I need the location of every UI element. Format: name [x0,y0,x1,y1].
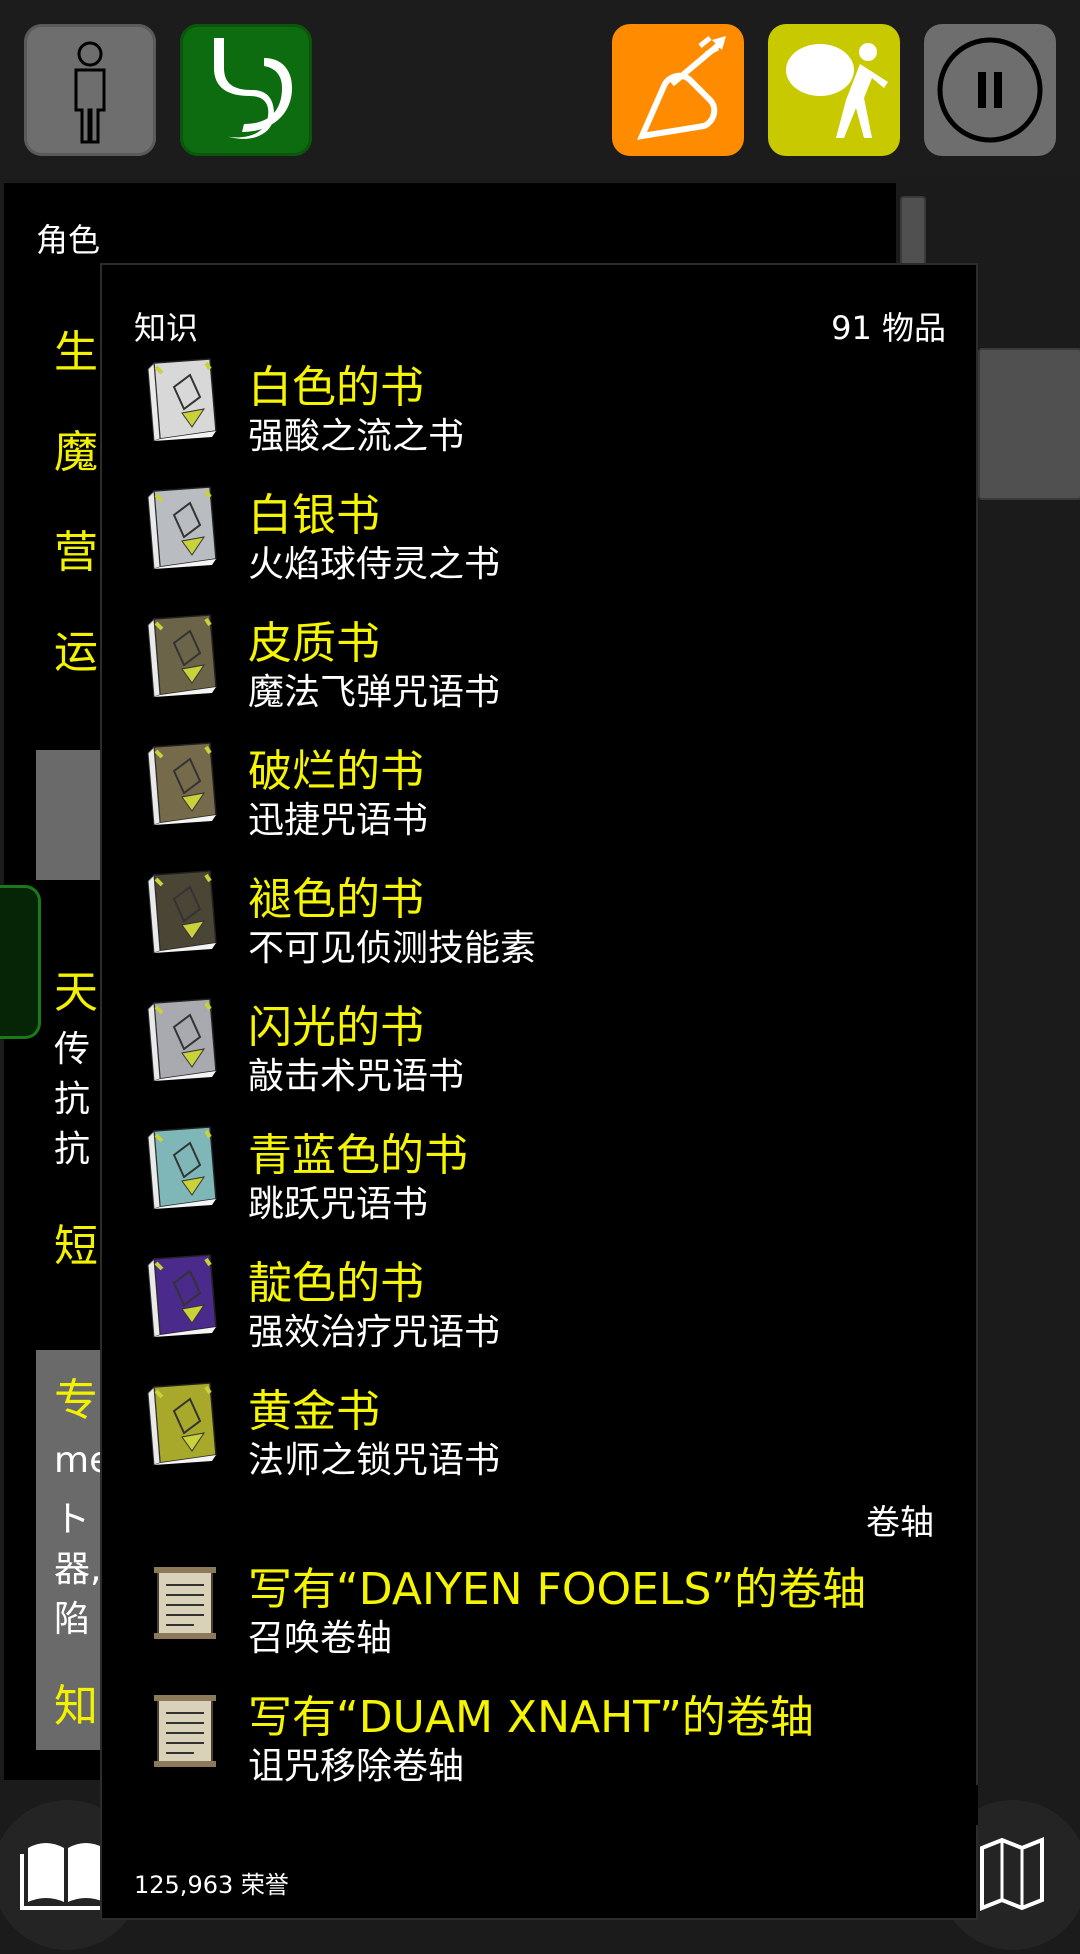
inventory-item[interactable]: 青蓝色的书 跳跃咒语书 [102,1107,978,1235]
book-icon [147,486,217,570]
book-icon [147,358,217,442]
item-description: 召唤卷轴 [248,1618,393,1659]
book-icon [147,1126,217,1210]
item-description: 迅捷咒语书 [248,800,429,841]
category-label: 卷轴 [866,1503,934,1543]
quiver-icon [637,36,726,140]
scroll-icon [154,1695,216,1767]
scroll-icon [154,1567,216,1639]
inventory-item[interactable]: 写有“DAIYEN FOOELS”的卷轴 召唤卷轴 [102,1541,978,1669]
stat-label: 运 [54,627,98,678]
info-text: ト [54,1499,91,1540]
inventory-item[interactable]: 皮质书 魔法飞弹咒语书 [102,595,978,723]
carry-sack-icon [786,43,888,138]
item-name: 黄金书 [248,1386,380,1437]
book-icon-wrap [144,357,222,443]
item-name: 皮质书 [248,618,380,669]
book-icon-wrap [144,485,222,571]
inventory-panel: 知识 91 物品 白色的书 强酸之流之书 白银书 火焰球侍灵之书 皮质书 魔法飞弹咒语书破… [100,263,978,1920]
item-description: 法师之锁咒语书 [248,1440,501,1481]
stat-label: 生 [54,327,98,378]
book-icon-wrap [144,997,222,1083]
item-name: 靛色的书 [248,1258,424,1309]
item-description: 火焰球侍灵之书 [248,544,501,585]
book-icon-wrap [144,1381,222,1467]
item-name: 青蓝色的书 [248,1130,468,1181]
pause-icon [937,37,1043,143]
inventory-item[interactable]: 褪色的书 不可见侦测技能素 [102,851,978,979]
section-label: 专 [54,1375,98,1426]
pause-button[interactable] [924,24,1056,156]
item-description: 敲击术咒语书 [248,1056,465,1097]
inventory-list[interactable]: 白色的书 强酸之流之书 白银书 火焰球侍灵之书 皮质书 魔法飞弹咒语书 破烂的书 迅捷咒语书褪… [102,339,978,1819]
book-icon [147,742,217,826]
info-text: 器, [54,1549,102,1590]
character-panel-title: 角色 [36,221,101,259]
item-name: 闪光的书 [248,1002,424,1053]
item-description: 不可见侦测技能素 [248,928,537,969]
item-description: 跳跃咒语书 [248,1184,429,1225]
stomach-icon [214,38,292,139]
item-description: 强效治疗咒语书 [248,1312,501,1353]
book-icon [147,1254,217,1338]
person-icon [74,41,106,144]
honor-counter: 125,963 荣誉 [134,1871,289,1899]
load-button[interactable] [768,24,900,156]
section-label: 知 [54,1681,98,1732]
item-description: 魔法飞弹咒语书 [248,672,501,713]
section-label: 天 [54,967,98,1018]
stat-label: 魔 [54,427,98,478]
item-name: 写有“DUAM XNAHT”的卷轴 [248,1692,814,1743]
inventory-item[interactable]: 闪光的书 敲击术咒语书 [102,979,978,1107]
inventory-item[interactable]: 白银书 火焰球侍灵之书 [102,467,978,595]
book-icon-wrap [144,1253,222,1339]
scroll-icon-wrap [154,1565,216,1641]
inventory-item[interactable]: 白色的书 强酸之流之书 [102,339,978,467]
item-description: 诅咒移除卷轴 [248,1746,465,1787]
inventory-item[interactable]: 黄金书 法师之锁咒语书 [102,1363,978,1491]
book-icon [147,1382,217,1466]
list-fade [102,1785,978,1825]
quiver-button[interactable] [612,24,744,156]
food-button[interactable] [180,24,312,156]
section-label: 短 [54,1221,98,1272]
book-icon-wrap [144,613,222,699]
inventory-item[interactable]: 靛色的书 强效治疗咒语书 [102,1235,978,1363]
stat-label: 营 [54,527,98,578]
book-icon [147,870,217,954]
info-text: 陷 [54,1599,91,1640]
top-toolbar [0,0,1080,178]
scroll-icon-wrap [154,1693,216,1769]
book-icon-wrap [144,1125,222,1211]
book-icon-wrap [144,869,222,955]
category-header: 卷轴 [102,1491,978,1543]
item-description: 强酸之流之书 [248,416,465,457]
inventory-item[interactable]: 破烂的书 迅捷咒语书 [102,723,978,851]
book-icon-wrap [144,741,222,827]
item-name: 破烂的书 [248,746,424,797]
item-name: 白色的书 [248,362,424,413]
inventory-item[interactable]: 写有“DUAM XNAHT”的卷轴 诅咒移除卷轴 [102,1669,978,1797]
character-button[interactable] [24,24,156,156]
item-name: 写有“DAIYEN FOOELS”的卷轴 [248,1564,867,1615]
info-text: 传 [54,1029,91,1070]
side-tab-handle[interactable] [0,885,41,1039]
info-text: 抗 [54,1079,91,1120]
map-tile [900,196,926,266]
info-text: 抗 [54,1129,91,1170]
map-tile [978,348,1080,500]
item-name: 褪色的书 [248,874,424,925]
book-icon [147,998,217,1082]
item-name: 白银书 [248,490,380,541]
book-icon [147,614,217,698]
